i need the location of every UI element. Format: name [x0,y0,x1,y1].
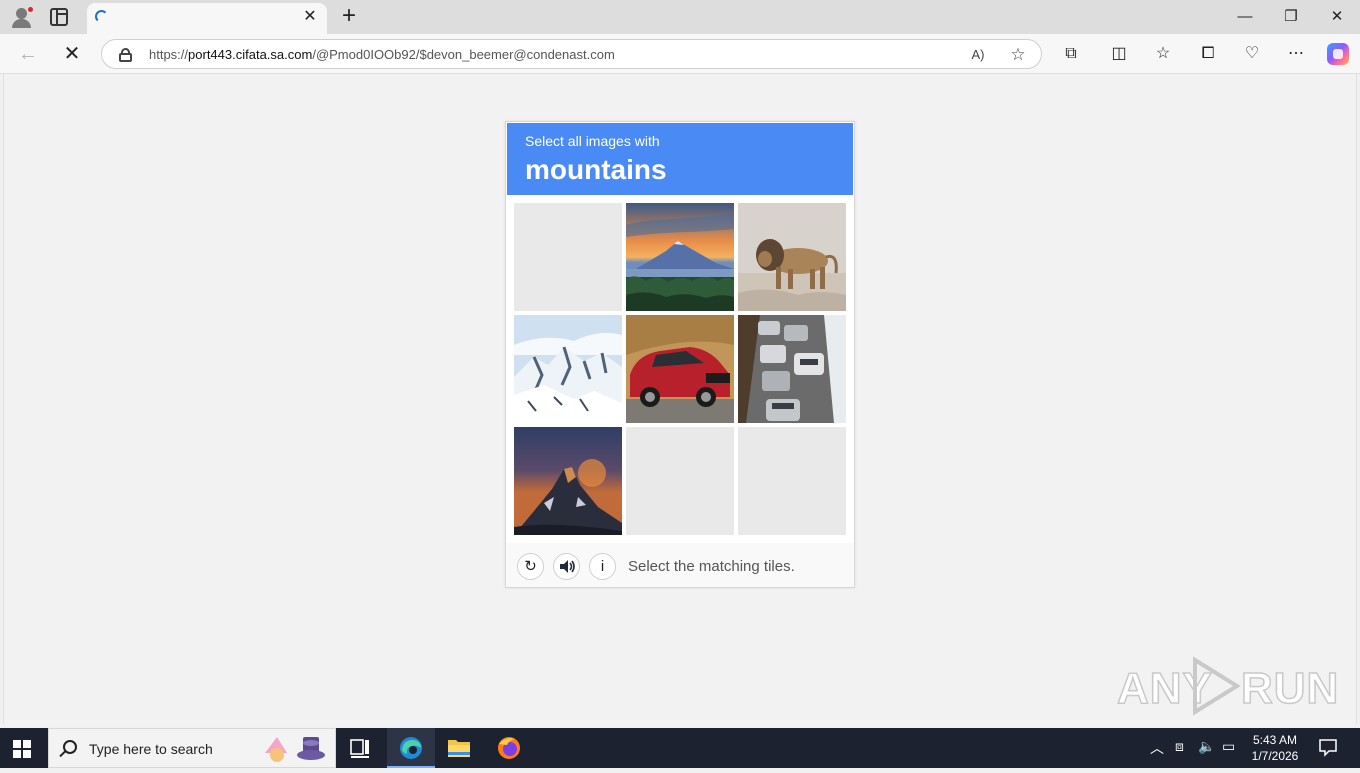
mountain-sunset-image [626,203,734,311]
url-text[interactable]: https://port443.cifata.sa.com/@Pmod0IOOb… [149,47,615,62]
loading-spinner-icon [95,10,108,23]
captcha-tile-1[interactable] [514,203,622,311]
lock-icon[interactable] [119,48,132,62]
captcha-tile-3[interactable] [738,203,846,311]
task-view-icon [350,739,369,758]
windows-taskbar: Type here to search ︿ ⧈ 🔈 ▭ 5:43 AM 1/7/… [0,728,1360,768]
back-button[interactable]: ← [15,42,41,66]
url-scheme: https:// [149,47,189,62]
snowy-mountains-image [514,315,622,423]
captcha-tile-8[interactable] [626,427,734,535]
folder-icon [448,740,470,757]
info-button[interactable]: i [589,553,616,580]
task-view-button[interactable] [336,728,384,768]
taskbar-search-box[interactable]: Type here to search [48,728,336,768]
window-close-button[interactable]: ✕ [1325,6,1349,28]
copilot-icon[interactable] [1327,43,1349,65]
browser-essentials-icon[interactable]: ♡ [1241,43,1263,65]
captcha-tile-6[interactable] [738,315,846,423]
captcha-instruction: Select all images with [525,133,660,149]
url-host: port443.cifata.sa.com [188,47,313,62]
captcha-tile-5[interactable] [626,315,734,423]
read-aloud-icon[interactable]: A) [968,45,988,65]
captcha-footer: ↻ i Select the matching tiles. [507,543,853,587]
network-icon[interactable]: ▭ [1222,738,1235,755]
stop-loading-button[interactable]: ✕ [59,42,85,66]
taskbar-edge-button[interactable] [387,728,435,768]
settings-more-icon[interactable]: ⋯ [1285,43,1307,65]
refresh-captcha-button[interactable]: ↻ [517,553,544,580]
taskbar-file-explorer-button[interactable] [435,728,483,768]
restore-button[interactable]: ❐ [1279,6,1303,28]
browser-tab-strip: ✕ + — ❐ ✕ [0,0,1360,34]
profile-icon[interactable] [10,6,34,28]
captcha-tile-4[interactable] [514,315,622,423]
captcha-tile-7[interactable] [514,427,622,535]
minimize-button[interactable]: — [1233,6,1257,28]
anyrun-watermark: ANY RUN [1116,656,1339,716]
mountain-peak-dusk-image [514,427,622,535]
edge-icon [400,737,422,759]
collections-icon[interactable]: ⧠ [1197,43,1219,65]
captcha-keyword: mountains [525,154,667,185]
audio-challenge-button[interactable] [553,553,580,580]
taskbar-clock[interactable]: 5:43 AM 1/7/2026 [1240,732,1310,764]
lion-image [738,203,846,311]
url-path: /@Pmod0IOOb92/$devon_beemer@condenast.co… [312,47,615,62]
clock-time: 5:43 AM [1252,733,1298,747]
address-bar[interactable]: https://port443.cifata.sa.com/@Pmod0IOOb… [101,39,1042,69]
taskbar-firefox-button[interactable] [485,728,533,768]
search-highlight-icon [265,737,325,762]
tab-actions-icon[interactable] [50,8,68,26]
firefox-icon [498,737,520,759]
play-logo-icon [1193,656,1241,716]
tab-close-icon[interactable]: ✕ [301,8,319,26]
cars-traffic-image [738,315,846,423]
captcha-header: Select all images with mountains [507,123,853,195]
search-icon [63,740,77,754]
new-tab-button[interactable]: + [337,4,361,28]
network-meeting-icon[interactable]: ⧈ [1175,738,1184,755]
split-screen-icon[interactable]: ◫ [1108,43,1130,65]
captcha-tile-2[interactable] [626,203,734,311]
favorite-star-icon[interactable]: ☆ [1008,45,1028,65]
captcha-tile-9[interactable] [738,427,846,535]
speaker-icon [560,560,575,573]
clock-date: 1/7/2026 [1251,749,1299,763]
windows-start-icon[interactable] [13,740,31,758]
notifications-icon[interactable] [1318,737,1338,760]
watermark-text-right: RUN [1240,663,1340,714]
favorites-icon[interactable]: ☆ [1152,43,1174,65]
browser-toolbar: ← ✕ https://port443.cifata.sa.com/@Pmod0… [0,34,1360,74]
captcha-widget: Select all images with mountains ↻ i Sel… [505,121,855,588]
captcha-status-message: Select the matching tiles. [628,558,795,575]
browser-tab-active[interactable]: ✕ [87,3,327,34]
taskbar-search-placeholder: Type here to search [89,741,213,757]
extensions-icon[interactable]: ⧉ [1060,43,1082,65]
red-car-image [626,315,734,423]
tray-overflow-icon[interactable]: ︿ [1150,738,1164,758]
volume-icon[interactable]: 🔈 [1198,738,1215,755]
